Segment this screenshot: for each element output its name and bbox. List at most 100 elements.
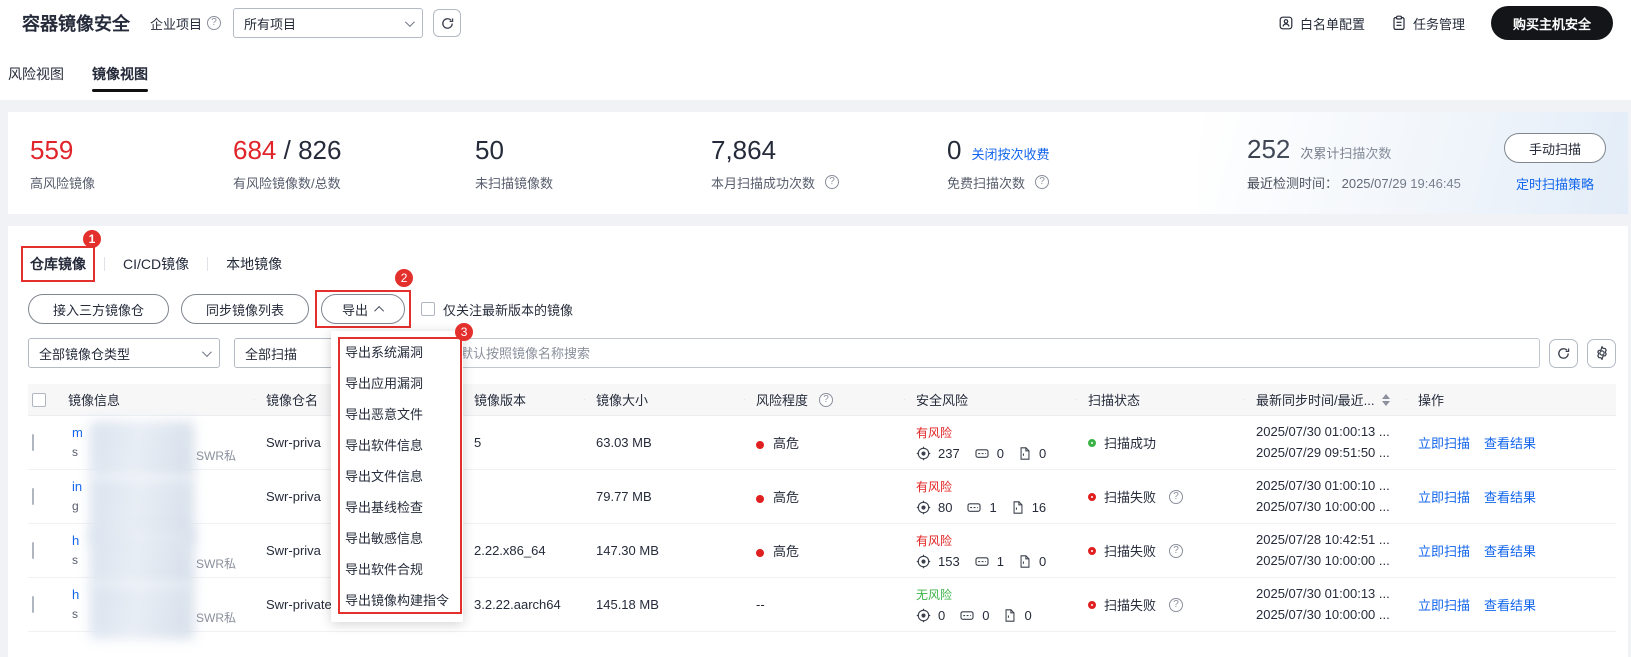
repo-type-select[interactable]: 全部镜像仓类型 (28, 338, 220, 368)
export-button[interactable]: 导出 (321, 294, 406, 324)
chevron-up-icon (374, 305, 385, 316)
export-menu-item[interactable]: 导出系统漏洞 (331, 337, 463, 368)
help-icon[interactable]: ? (819, 392, 834, 407)
stat-value: 559 (30, 134, 74, 165)
export-menu-item[interactable]: 导出敏感信息 (331, 523, 463, 554)
sync-image-list-button[interactable]: 同步镜像列表 (181, 294, 310, 324)
export-menu-item[interactable]: 导出文件信息 (331, 461, 463, 492)
redacted-image-name (90, 421, 194, 477)
refresh-icon (1558, 347, 1570, 359)
view-results-link[interactable]: 查看结果 (1484, 436, 1536, 451)
image-size-cell: 145.18 MB (596, 597, 659, 612)
row-actions-cell: 立即扫描 查看结果 (1406, 433, 1616, 452)
tab-cicd-images[interactable]: CI/CD镜像 (121, 252, 191, 276)
export-dropdown: 导出 2 3 导出系统漏洞 导出应用漏洞 导出恶意文件 导出软件信息 导出文件信息 导出基… (315, 269, 474, 622)
page-title: 容器镜像安全 (22, 14, 130, 34)
sync-time-cell: 2025/07/30 01:00:13 ... 2025/07/30 10:00… (1244, 584, 1406, 624)
file-icon (1020, 447, 1030, 460)
export-menu-item[interactable]: 导出应用漏洞 (331, 368, 463, 399)
clipboard-icon (1393, 15, 1405, 31)
export-menu-item[interactable]: 导出基线检查 (331, 492, 463, 523)
search-input[interactable] (460, 345, 1529, 361)
vulnerability-count: 153 (938, 554, 960, 569)
stat-label: 本月扫描成功次数 (711, 175, 816, 191)
gear-icon (1596, 346, 1607, 360)
buy-host-security-button[interactable]: 购买主机安全 (1490, 6, 1613, 40)
row-checkbox[interactable] (32, 542, 34, 559)
view-results-link[interactable]: 查看结果 (1484, 598, 1536, 613)
export-menu-item[interactable]: 导出软件合规 (331, 554, 463, 585)
security-risk-cell: 有风险 237 0 0 (904, 424, 1076, 461)
row-checkbox[interactable] (32, 434, 34, 451)
whitelist-config-label: 白名单配置 (1299, 16, 1365, 32)
tab-image-view[interactable]: 镜像视图 (92, 46, 148, 100)
stat-unscanned: 50 未扫描镜像数 (475, 135, 711, 192)
sync-time-2: 2025/07/30 10:00:00 ... (1256, 606, 1390, 622)
table-row: in g Swr-priva 79.77 MB 高危 有风险 80 1 16 扫… (28, 470, 1616, 543)
tab-local-images[interactable]: 本地镜像 (224, 252, 284, 276)
col-image-version: 镜像版本 (462, 390, 584, 409)
sync-time-2: 2025/07/29 09:51:50 ... (1256, 444, 1390, 460)
latest-version-filter[interactable]: 仅关注最新版本的镜像 (421, 300, 573, 319)
view-results-link[interactable]: 查看结果 (1484, 490, 1536, 505)
image-source-tabs: 仓库镜像 1 CI/CD镜像 本地镜像 (21, 226, 1616, 282)
col-security-risk: 安全风险 (904, 390, 1076, 409)
table-row: h s SWR私 Swr-priva 2.22.x86_64 147.30 MB… (28, 524, 1616, 585)
file-icon (1020, 555, 1030, 568)
tab-repo-images-label: 仓库镜像 (30, 256, 86, 272)
risk-status-label: 无风险 (916, 588, 953, 602)
manual-scan-button[interactable]: 手动扫描 (1503, 133, 1606, 163)
risk-level-label: 高危 (773, 544, 800, 559)
view-results-link[interactable]: 查看结果 (1484, 544, 1536, 559)
help-icon[interactable]: ? (825, 175, 840, 189)
image-info-cell: m s SWR私 (68, 416, 254, 477)
help-icon[interactable]: ? (1035, 175, 1050, 189)
sensitive-file-count: 0 (1038, 554, 1047, 569)
vulnerability-count: 0 (938, 608, 946, 623)
export-menu-item[interactable]: 导出软件信息 (331, 430, 463, 461)
stat-value: 684 (233, 134, 277, 165)
scan-now-link[interactable]: 立即扫描 (1418, 544, 1470, 559)
help-icon[interactable]: ? (1169, 543, 1184, 558)
close-pay-per-use-link[interactable]: 关闭按次收费 (971, 144, 1049, 163)
export-menu-item[interactable]: 导出恶意文件 (331, 399, 463, 430)
help-icon[interactable]: ? (1169, 597, 1184, 612)
malicious-file-count: 1 (996, 554, 1004, 569)
refresh-button[interactable] (433, 9, 462, 37)
task-management-action[interactable]: 任务管理 (1391, 14, 1465, 33)
scan-now-link[interactable]: 立即扫描 (1418, 490, 1470, 505)
col-sync-time: 最新同步时间/最近... (1244, 390, 1406, 409)
images-table: 镜像信息 镜像仓名 镜像版本 镜像大小 风险程度 ? 安全风险 扫描状态 最新同… (28, 384, 1616, 639)
help-icon[interactable]: ? (207, 16, 222, 30)
main-card: 仓库镜像 1 CI/CD镜像 本地镜像 接入三方镜像仓 同步镜像列表 导出 2 … (8, 226, 1628, 657)
annotation-badge-2: 2 (395, 269, 414, 287)
row-checkbox[interactable] (32, 596, 34, 613)
export-menu-item[interactable]: 导出镜像构建指令 (331, 585, 463, 616)
tab-risk-view[interactable]: 风险视图 (8, 46, 64, 100)
search-box (426, 338, 1540, 368)
image-size-cell: 147.30 MB (596, 543, 659, 558)
toolbar: 接入三方镜像仓 同步镜像列表 导出 2 3 导出系统漏洞 导出应用漏洞 导出恶意文件… (28, 269, 1616, 622)
project-select[interactable]: 所有项目 (233, 8, 424, 38)
help-icon[interactable]: ? (1169, 489, 1184, 504)
latest-version-checkbox[interactable] (421, 302, 436, 316)
swr-private-tag: SWR私 (196, 557, 236, 571)
scan-status-value: 全部扫描 (245, 346, 298, 362)
scan-status-label: 扫描失败 (1104, 490, 1157, 505)
row-checkbox[interactable] (32, 488, 34, 505)
scan-now-link[interactable]: 立即扫描 (1418, 598, 1470, 613)
tab-repo-images[interactable]: 仓库镜像 1 (21, 230, 101, 282)
tab-separator (207, 257, 209, 271)
scheduled-scan-policy-link[interactable]: 定时扫描策略 (1516, 174, 1594, 193)
table-refresh-button[interactable] (1549, 338, 1578, 368)
select-all-checkbox[interactable] (32, 392, 46, 407)
image-info-cell: in g (68, 470, 254, 543)
scan-now-link[interactable]: 立即扫描 (1418, 436, 1470, 451)
repo-type-value: 全部镜像仓类型 (39, 346, 131, 362)
access-third-party-repo-button[interactable]: 接入三方镜像仓 (28, 294, 170, 324)
scan-status-cell: 扫描失败 ? (1076, 541, 1244, 560)
redacted-image-name (90, 583, 194, 639)
table-settings-button[interactable] (1587, 338, 1616, 368)
whitelist-config-action[interactable]: 白名单配置 (1278, 14, 1365, 33)
sort-icon[interactable] (1382, 393, 1391, 406)
